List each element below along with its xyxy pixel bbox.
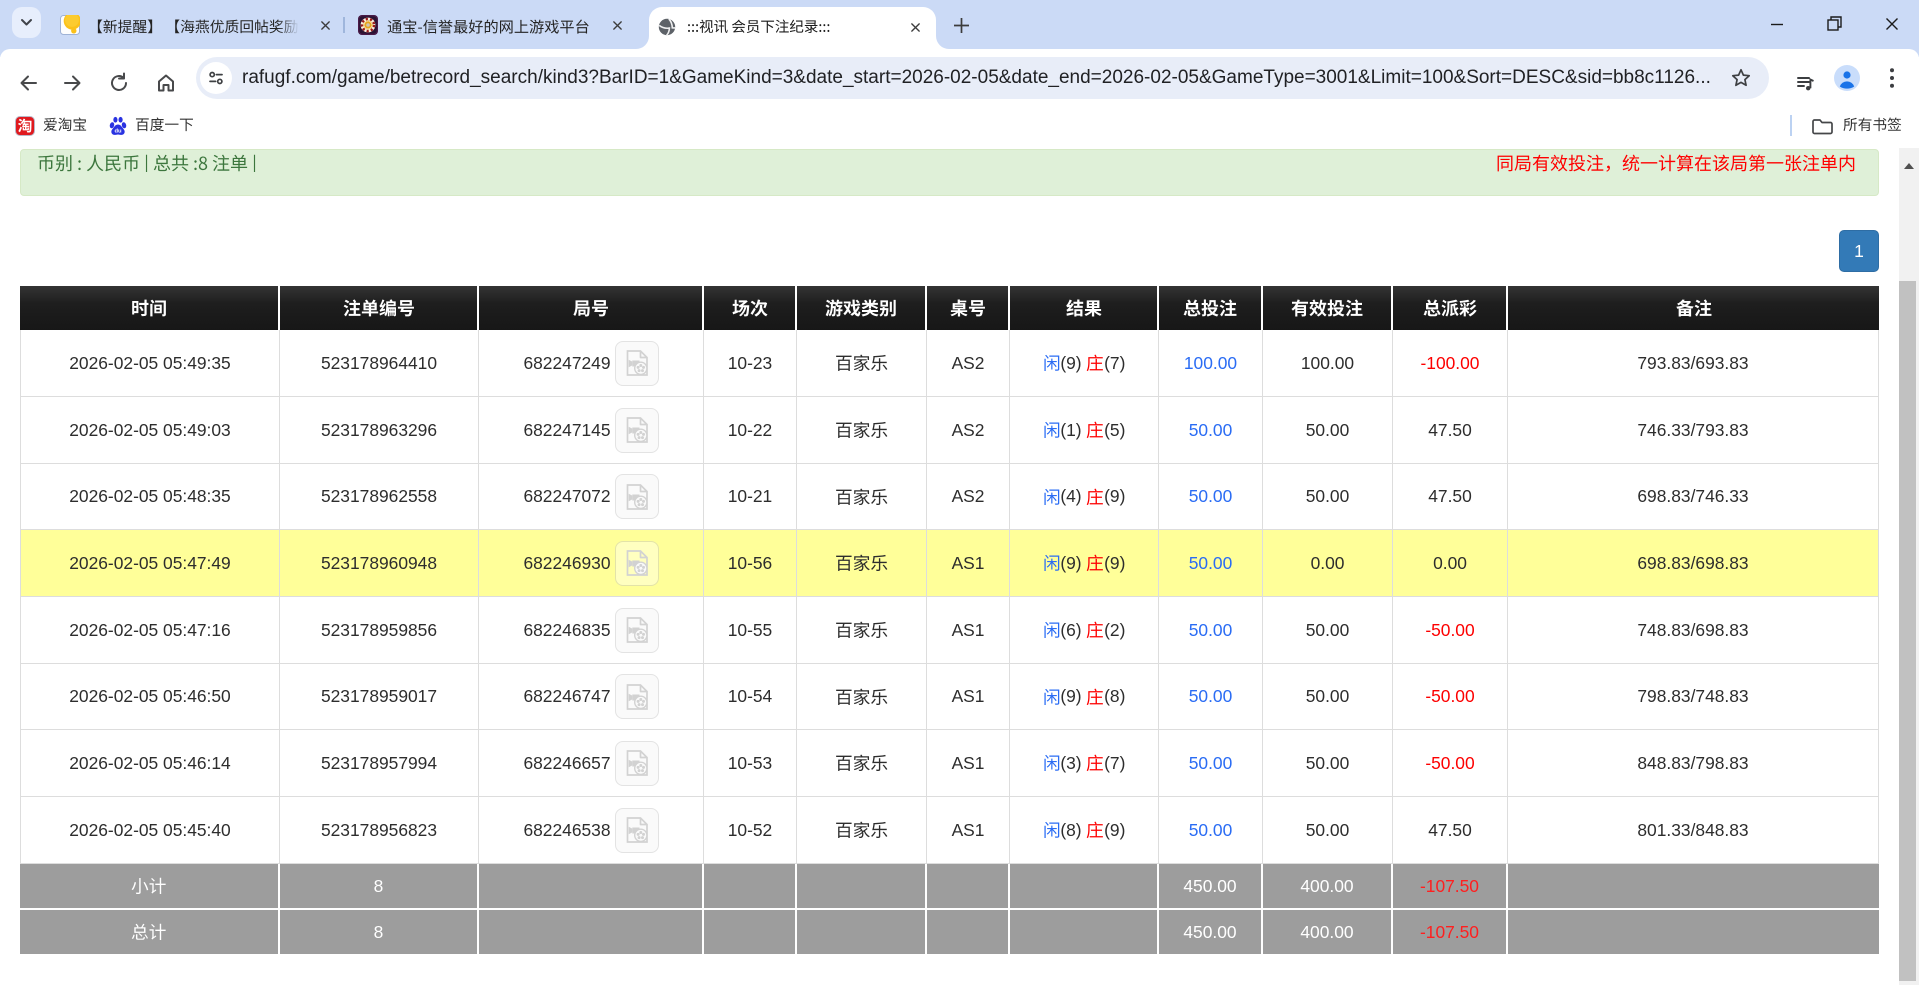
svg-text:du: du bbox=[114, 128, 122, 134]
